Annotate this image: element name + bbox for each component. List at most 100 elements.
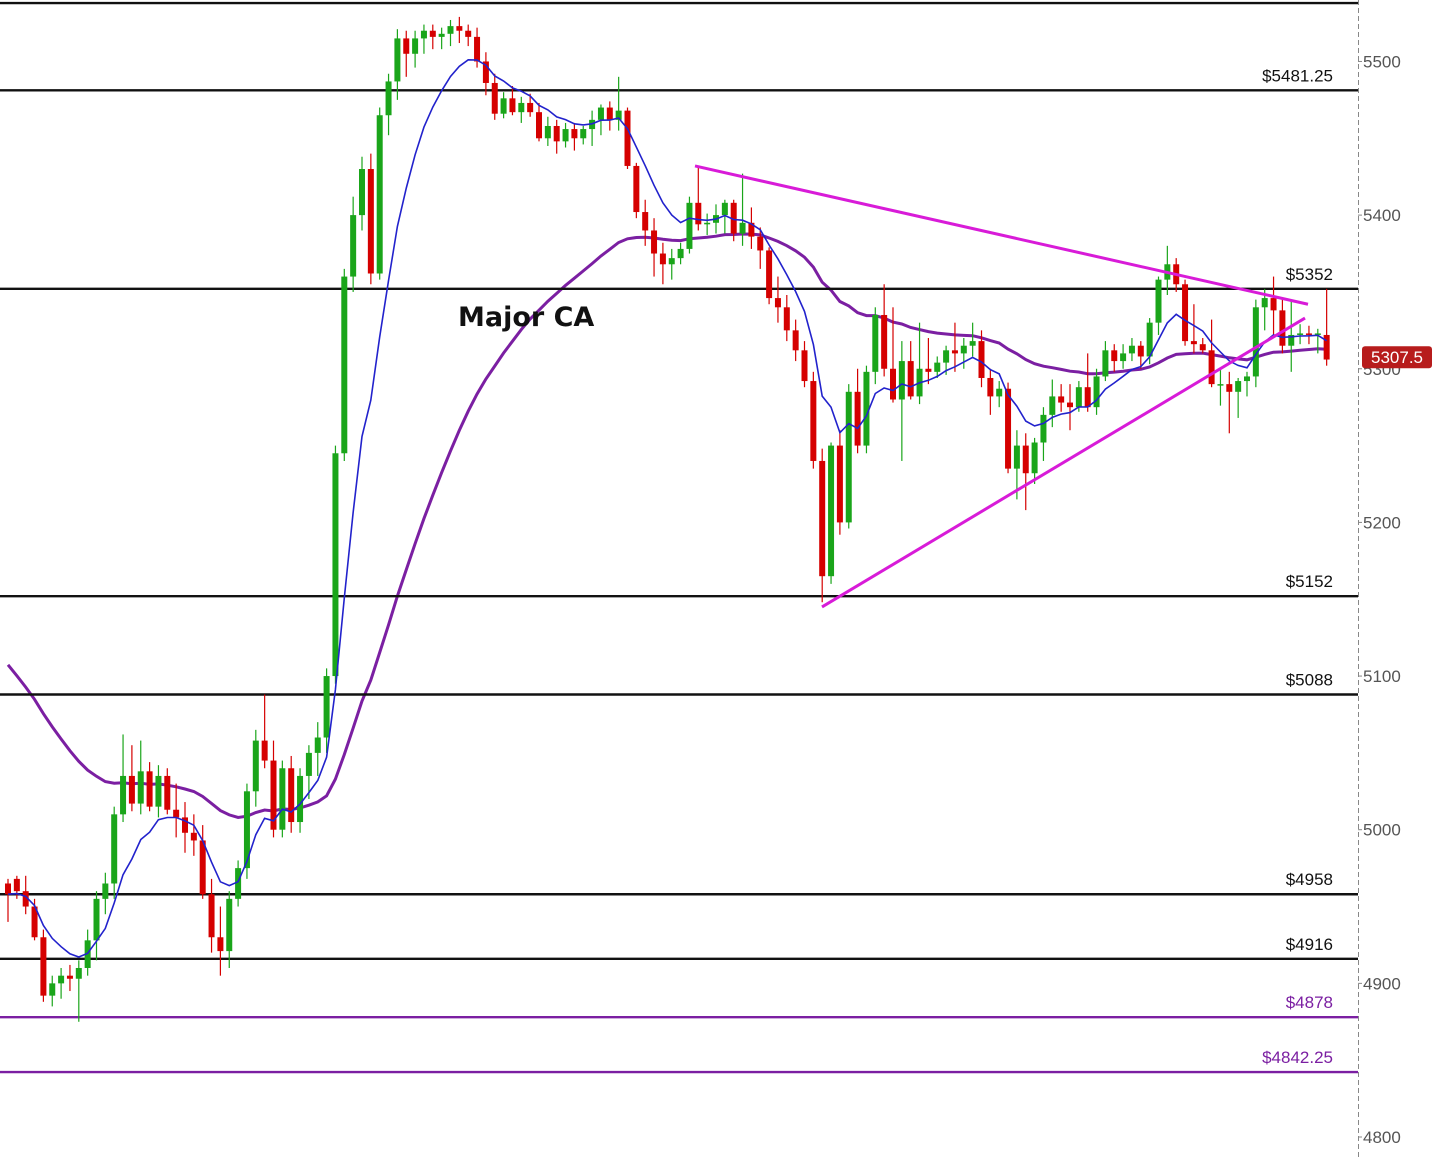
candle-body <box>881 314 888 369</box>
level-label: $5352 <box>1286 265 1333 284</box>
price-tick-label: 5400 <box>1363 206 1401 225</box>
candle-body <box>102 883 109 899</box>
candle-body <box>500 98 507 114</box>
candle-body <box>597 107 604 120</box>
candle-body <box>252 740 259 792</box>
candle-body <box>111 814 118 884</box>
candle-body <box>447 26 454 34</box>
candle-body <box>509 98 516 113</box>
candle-body <box>544 125 551 139</box>
candle-body <box>659 253 666 265</box>
candle-body <box>987 377 994 397</box>
candle-body <box>695 202 702 225</box>
candle-body <box>1128 345 1135 354</box>
candle-body <box>677 248 684 259</box>
candle-body <box>155 775 162 807</box>
price-axis: 48004900500051005200530054005500 <box>1358 0 1401 1157</box>
candle-body <box>739 222 746 234</box>
candle-body <box>766 250 773 299</box>
candle-body <box>323 676 330 738</box>
candle-body <box>969 341 976 346</box>
candle-body <box>925 368 932 372</box>
candle-body <box>341 276 348 454</box>
candle-body <box>757 236 764 251</box>
candle-body <box>518 102 525 113</box>
candle-body <box>120 775 127 815</box>
trendline-upper <box>694 164 1309 306</box>
candle-body <box>1031 442 1038 474</box>
candle-body <box>1261 298 1268 308</box>
candle-body <box>93 898 100 941</box>
candle-body <box>1208 350 1215 385</box>
level-label: $5152 <box>1286 572 1333 591</box>
candle-body <box>1084 387 1091 408</box>
candle-body <box>633 165 640 213</box>
candle-body <box>571 129 578 139</box>
candle-body <box>562 129 569 142</box>
current-price-tag: 5307.5 <box>1362 346 1432 369</box>
candle-body <box>527 102 534 113</box>
candle-body <box>1137 345 1144 357</box>
candle-body <box>261 740 268 761</box>
candle-body <box>828 445 835 577</box>
candle-body <box>1217 384 1224 386</box>
candle-body <box>58 975 65 984</box>
annotation-major-ca: Major CA <box>458 302 594 333</box>
candle-body <box>438 33 445 37</box>
level-label: $4916 <box>1286 935 1333 954</box>
current-price-tag-label: 5307.5 <box>1371 348 1423 367</box>
candle-body <box>668 258 675 265</box>
candle-body <box>978 341 985 378</box>
candle-body <box>137 771 144 804</box>
candle-body <box>491 82 498 114</box>
candle-body <box>288 768 295 823</box>
candle-body <box>898 361 905 400</box>
slow-ma-line <box>6 232 1327 820</box>
candle-body <box>1155 279 1162 323</box>
slow-moving-average <box>6 232 1327 820</box>
candle-body <box>412 38 419 54</box>
candle-body <box>951 350 958 354</box>
candle-body <box>217 937 224 952</box>
candle-body <box>376 115 383 274</box>
candle-body <box>943 350 950 363</box>
price-chart: $5481.25 $5352 $5152 $5088 $4958 $4916 $4878 $4… <box>0 0 1432 1157</box>
candle-body <box>1279 310 1286 346</box>
fast-moving-average <box>7 58 1328 958</box>
price-tick-label: 5200 <box>1363 513 1401 532</box>
candle-body <box>686 202 693 249</box>
candle-body <box>456 26 463 31</box>
candle-body <box>1067 402 1073 408</box>
candle-body <box>367 169 374 274</box>
candle-body <box>1199 344 1206 351</box>
level-label: $4878 <box>1286 993 1333 1012</box>
candle-body <box>890 368 896 400</box>
candle-body <box>385 81 392 116</box>
candle-body <box>332 453 339 677</box>
candle-body <box>801 350 808 382</box>
price-tick-label: 5000 <box>1363 821 1401 840</box>
candle-body <box>1111 350 1118 362</box>
candle-body <box>1226 384 1233 392</box>
candle-body <box>845 391 852 523</box>
candle-body <box>394 38 401 82</box>
candle-body <box>1270 298 1277 311</box>
price-tick-label: 5100 <box>1363 667 1401 686</box>
candle-body <box>774 298 781 308</box>
price-tick-label: 4800 <box>1363 1128 1401 1147</box>
candle-body <box>792 330 799 351</box>
candle-body <box>359 169 365 216</box>
candle-body <box>146 771 153 807</box>
candle-body <box>872 314 879 372</box>
candle-body <box>403 38 410 54</box>
candle-body <box>1244 376 1250 382</box>
candles <box>5 16 1330 1022</box>
candle-body <box>199 840 206 895</box>
candle-body <box>704 222 711 225</box>
candle-body <box>1013 445 1020 469</box>
candle-body <box>907 361 914 397</box>
candle-body <box>1075 387 1082 408</box>
candle-body <box>1120 353 1127 362</box>
price-tick-label: 5500 <box>1363 52 1401 71</box>
candle-body <box>1235 381 1242 392</box>
